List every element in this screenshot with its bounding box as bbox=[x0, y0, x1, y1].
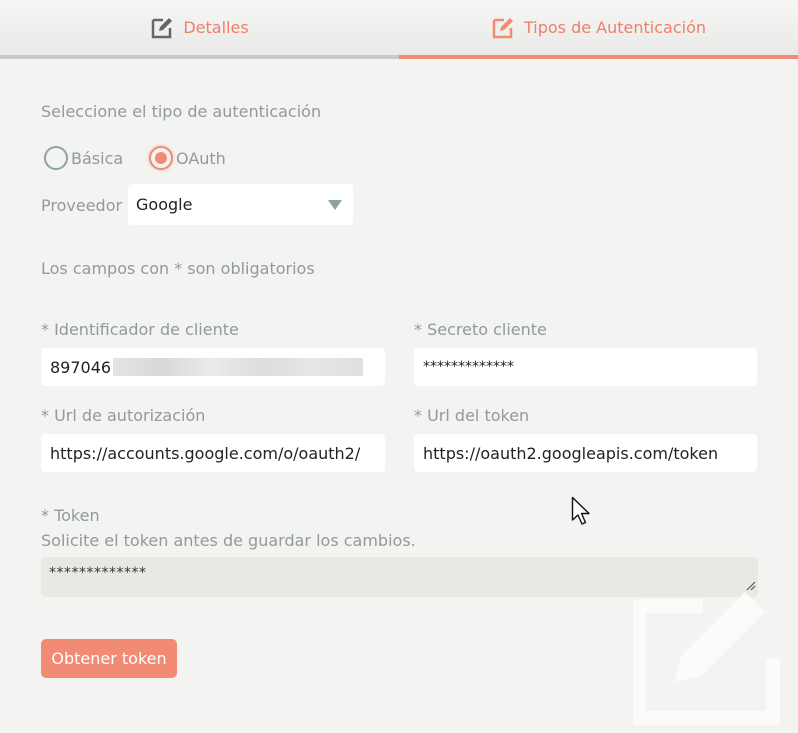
tab-bar: Detalles Tipos de Autenticación bbox=[0, 0, 798, 59]
edit-icon bbox=[491, 16, 515, 40]
auth-url-input[interactable]: https://accounts.google.com/o/oauth2/ bbox=[41, 434, 385, 472]
auth-url-value: https://accounts.google.com/o/oauth2/ bbox=[50, 443, 361, 463]
token-url-value: https://oauth2.googleapis.com/token bbox=[423, 443, 719, 463]
client-id-input[interactable]: 897046 bbox=[41, 348, 385, 386]
token-hint: Solicite el token antes de guardar los c… bbox=[41, 531, 416, 550]
redacted-text bbox=[113, 358, 364, 376]
tab-auth-types[interactable]: Tipos de Autenticación bbox=[399, 0, 798, 59]
auth-type-prompt: Seleccione el tipo de autenticación bbox=[41, 102, 322, 121]
get-token-button[interactable]: Obtener token bbox=[41, 639, 177, 678]
radio-basic[interactable]: Básica bbox=[44, 146, 123, 170]
radio-basic-label: Básica bbox=[71, 148, 124, 168]
auth-url-label: * Url de autorización bbox=[41, 406, 206, 425]
edit-watermark-icon bbox=[632, 590, 793, 733]
client-secret-label: * Secreto cliente bbox=[414, 320, 547, 339]
token-value: ************* bbox=[49, 565, 147, 581]
tab-details-label: Detalles bbox=[183, 18, 249, 37]
tab-auth-types-label: Tipos de Autenticación bbox=[523, 18, 706, 37]
radio-oauth-label: OAuth bbox=[176, 148, 226, 168]
client-id-label: * Identificador de cliente bbox=[41, 320, 239, 339]
client-id-value: 897046 bbox=[50, 357, 112, 377]
token-url-input[interactable]: https://oauth2.googleapis.com/token bbox=[414, 434, 757, 472]
tab-details[interactable]: Detalles bbox=[0, 0, 399, 59]
provider-value: Google bbox=[136, 195, 193, 214]
client-secret-input[interactable]: ************* bbox=[414, 348, 757, 386]
chevron-down-icon bbox=[328, 200, 342, 210]
required-note: Los campos con * son obligatorios bbox=[41, 259, 315, 278]
client-secret-value: ************* bbox=[423, 359, 514, 375]
token-label: * Token bbox=[41, 506, 100, 525]
radio-oauth-circle[interactable] bbox=[149, 146, 173, 170]
token-url-label: * Url del token bbox=[414, 406, 530, 425]
edit-icon bbox=[150, 16, 174, 40]
mouse-pointer-icon bbox=[571, 496, 593, 532]
provider-label: Proveedor bbox=[41, 196, 123, 215]
radio-oauth[interactable]: OAuth bbox=[149, 146, 226, 170]
provider-select[interactable]: Google bbox=[128, 184, 353, 225]
radio-basic-circle[interactable] bbox=[44, 146, 68, 170]
